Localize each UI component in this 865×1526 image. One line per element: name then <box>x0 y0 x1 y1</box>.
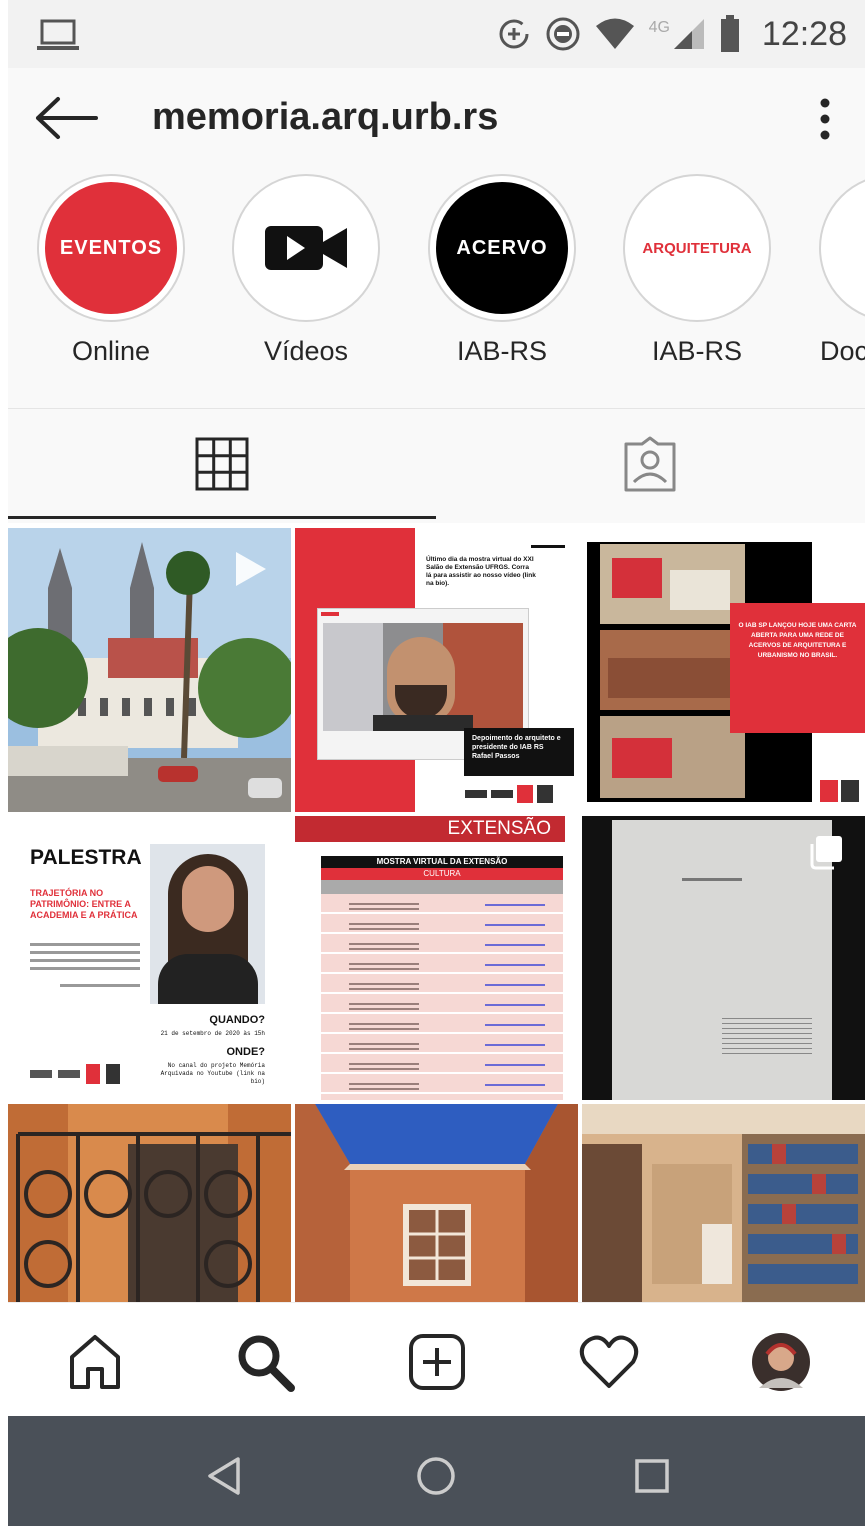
post-thumbnail[interactable]: EXTENSÃO MOSTRA VIRTUAL DA EXTENSÃO CULT… <box>295 816 578 1100</box>
posts-grid: Último dia da mostra virtual do XXI Salã… <box>8 528 865 1302</box>
post-thumbnail[interactable]: PALESTRA TRAJETÓRIA NO PATRIMÔNIO: ENTRE… <box>8 816 291 1100</box>
highlight-cover[interactable]: D H <box>819 174 865 322</box>
highlight-cover[interactable] <box>232 174 380 322</box>
video-camera-icon <box>265 226 347 270</box>
recents-square-icon <box>635 1459 669 1493</box>
library-photo <box>582 1104 865 1302</box>
poster-title: PALESTRA <box>30 846 142 869</box>
tab-grid[interactable] <box>8 409 436 519</box>
post-caption: Último dia da mostra virtual do XXI Salã… <box>426 556 536 587</box>
highlight-label: IAB-RS <box>651 336 743 366</box>
post-thumbnail[interactable] <box>8 528 291 812</box>
post-thumbnail[interactable] <box>295 1104 578 1302</box>
profile-avatar <box>752 1333 810 1391</box>
system-home-button[interactable] <box>406 1446 466 1506</box>
post-thumbnail[interactable] <box>582 816 865 1100</box>
laptop-icon <box>37 19 79 50</box>
highlight-arquitetura[interactable]: ARQUITETURA IAB-RS <box>612 170 782 367</box>
profile-username: memoria.arq.urb.rs <box>152 96 499 138</box>
highlight-label: Online <box>71 336 151 366</box>
back-triangle-icon <box>208 1457 240 1495</box>
post-thumbnail[interactable]: Último dia da mostra virtual do XXI Salã… <box>295 528 578 812</box>
table-title: MOSTRA VIRTUAL DA EXTENSÃO <box>321 856 563 868</box>
do-not-disturb-icon <box>546 17 580 51</box>
highlight-documentos[interactable]: D H Docu <box>808 170 865 367</box>
highlight-cover[interactable]: ARQUITETURA <box>623 174 771 322</box>
nav-profile[interactable] <box>746 1327 816 1397</box>
post-text: O IAB SP LANÇOU HOJE UMA CARTA ABERTA PA… <box>730 603 865 733</box>
system-navigation-bar <box>8 1416 865 1526</box>
back-arrow-icon[interactable] <box>34 96 98 140</box>
highlight-cover-image <box>240 182 372 314</box>
home-circle-icon <box>417 1457 455 1495</box>
status-bar: 4G 12:28 <box>8 0 865 68</box>
tab-tagged[interactable] <box>436 409 864 519</box>
profile-tabs <box>8 409 865 523</box>
active-tab-indicator <box>8 516 436 519</box>
post-badge: Depoimento do arquiteto e presidente do … <box>464 728 574 776</box>
status-time: 12:28 <box>761 14 847 53</box>
new-post-icon <box>409 1334 465 1390</box>
highlight-label: IAB-RS <box>456 336 548 366</box>
post-thumbnail[interactable] <box>8 1104 291 1302</box>
highlight-cover-image: EVENTOS <box>45 182 177 314</box>
gate-photo <box>8 1104 291 1302</box>
highlight-online[interactable]: EVENTOS Online <box>26 170 196 367</box>
more-vertical-icon[interactable] <box>819 98 831 140</box>
nav-search[interactable] <box>230 1327 300 1397</box>
highlight-cover[interactable]: ACERVO <box>428 174 576 322</box>
post-thumbnail[interactable]: O IAB SP LANÇOU HOJE UMA CARTA ABERTA PA… <box>582 528 865 812</box>
activity-heart-icon <box>579 1335 639 1388</box>
poster-where-label: ONDE? <box>226 1046 266 1058</box>
courtyard-photo <box>295 1104 578 1302</box>
tagged-person-icon <box>624 436 676 492</box>
poster-where-value: No canal do projeto Memória Arquivada no… <box>160 1062 265 1085</box>
data-saver-icon <box>499 19 529 49</box>
story-highlights: EVENTOS Online Vídeos ACERVO IAB-RS ARQU… <box>8 170 865 409</box>
signal-icon <box>673 19 704 49</box>
wifi-icon <box>595 18 634 49</box>
system-back-button[interactable] <box>194 1446 254 1506</box>
poster-subtitle: TRAJETÓRIA NO PATRIMÔNIO: ENTRE A ACADEM… <box>30 888 138 920</box>
system-recents-button[interactable] <box>622 1446 682 1506</box>
post-banner: EXTENSÃO <box>295 816 565 842</box>
nav-new-post[interactable] <box>402 1327 472 1397</box>
network-type-label: 4G <box>648 19 670 36</box>
highlight-label: Vídeos <box>263 336 349 366</box>
highlight-cover[interactable]: EVENTOS <box>37 174 185 322</box>
home-icon <box>70 1335 120 1389</box>
highlight-cover-image: ACERVO <box>436 182 568 314</box>
post-thumbnail[interactable] <box>582 1104 865 1302</box>
bottom-navigation <box>8 1302 865 1417</box>
poster-when-label: QUANDO? <box>209 1014 265 1026</box>
nav-activity[interactable] <box>574 1327 644 1397</box>
highlight-videos[interactable]: Vídeos <box>221 170 391 367</box>
profile-header: memoria.arq.urb.rs <box>8 68 865 170</box>
poster-when-value: 21 de setembro de 2020 às 15h <box>160 1030 265 1037</box>
grid-icon <box>195 437 249 491</box>
carousel-icon <box>810 836 842 870</box>
battery-icon <box>720 15 739 52</box>
table-subtitle: CULTURA <box>321 868 563 880</box>
highlight-cover-image: ARQUITETURA <box>631 182 763 314</box>
highlight-cover-image: D H <box>827 182 865 314</box>
church-photo <box>8 528 291 812</box>
highlight-acervo[interactable]: ACERVO IAB-RS <box>417 170 587 367</box>
highlight-label: Docu <box>820 336 865 366</box>
nav-home[interactable] <box>60 1327 130 1397</box>
search-icon <box>238 1335 295 1392</box>
